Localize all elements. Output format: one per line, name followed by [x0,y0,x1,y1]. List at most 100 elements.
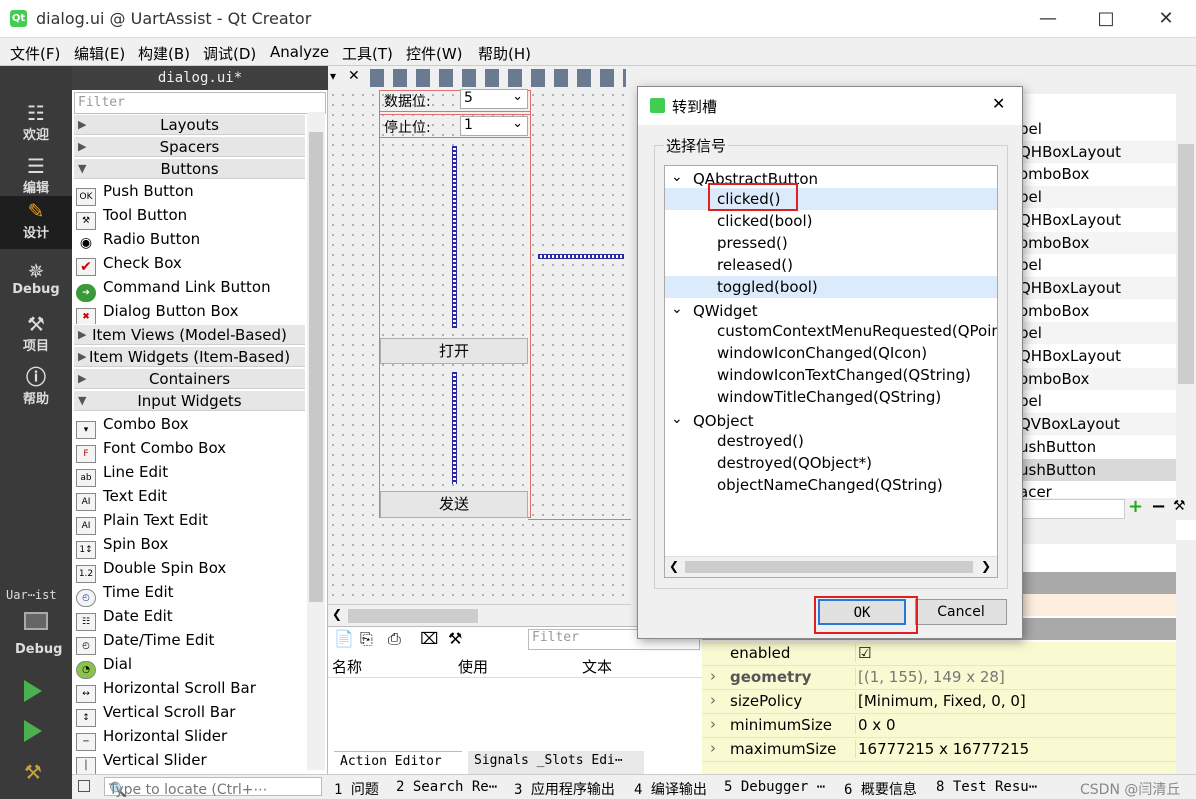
property-scrollbar[interactable] [1176,540,1196,774]
inspector-row[interactable]: omboBox [1003,367,1176,390]
widget-text-edit[interactable]: AI Text Edit [76,484,306,511]
dropdown-icon[interactable]: ▾ [330,69,336,83]
settings-wrench-icon[interactable]: ⚒ [448,629,462,648]
widget-dialog-button-box[interactable]: ✖ Dialog Button Box [76,299,306,326]
pane-issues[interactable]: 1 问题 [334,779,379,799]
category-item-widgets[interactable]: ▶ Item Widgets (Item-Based) [74,346,305,367]
category-input-widgets[interactable]: ▼ Input Widgets [74,390,305,411]
col-name[interactable]: 名称 [332,656,362,677]
monitor-icon[interactable] [24,612,48,630]
widget-plain-text-edit[interactable]: AI Plain Text Edit [76,508,306,535]
debug-run-icon[interactable] [24,720,42,742]
widget-vertical-slider[interactable]: │ Vertical Slider [76,748,306,775]
delete-icon[interactable]: ⌧ [420,629,438,648]
layout-tools-icon[interactable] [370,69,626,87]
tree-group[interactable]: ⌄ QObject [665,408,997,430]
col-used[interactable]: 使用 [458,656,488,677]
widget-date-edit[interactable]: ☷ Date Edit [76,604,306,631]
mode-design[interactable]: ✎ 设计 [0,196,72,249]
scrollbar-thumb[interactable] [309,132,323,602]
menu-help[interactable]: 帮助(H) [478,43,531,64]
form-canvas[interactable]: 数据位: 5 ⌄ 停止位: 1 ⌄ 打开 发送 [328,89,631,604]
menu-file[interactable]: 文件(F) [10,43,60,64]
widget-font-combo-box[interactable]: F Font Combo Box [76,436,306,463]
pane-search[interactable]: 2 Search Re⋯ [396,779,497,795]
widget-line-edit[interactable]: ab Line Edit [76,460,306,487]
widget-double-spin-box[interactable]: 1.2 Double Spin Box [76,556,306,583]
chevron-down-icon[interactable]: ⌄ [671,166,691,188]
hscroll-thumb[interactable] [348,609,478,623]
inspector-row[interactable]: QHBoxLayout [1003,345,1176,367]
pane-app-output[interactable]: 3 应用程序输出 [514,779,615,799]
menu-debug[interactable]: 调试(D) [203,43,256,64]
widget-command-link-button[interactable]: ➔ Command Link Button [76,275,306,302]
category-spacers[interactable]: ▶ Spacers [74,136,305,157]
widget-box-scrollbar[interactable] [307,112,325,770]
property-value[interactable]: ☑ [855,644,871,662]
scroll-left-icon[interactable]: ❮ [332,607,342,621]
menu-controls[interactable]: 控件(W) [406,43,463,64]
remove-icon[interactable]: − [1151,496,1166,517]
property-value[interactable]: 16777215 x 16777215 [855,740,1029,758]
tree-signal[interactable]: destroyed(QObject*) [665,452,997,474]
inspector-row[interactable]: bel [1003,390,1176,412]
inspector-row[interactable]: bel [1003,322,1176,345]
chevron-down-icon[interactable]: ⌄ [671,298,691,320]
close-icon[interactable]: ✕ [1138,0,1194,38]
menu-edit[interactable]: 编辑(E) [74,43,125,64]
category-item-views[interactable]: ▶ Item Views (Model-Based) [74,324,305,345]
cancel-button[interactable]: Cancel [915,599,1007,625]
menu-tools[interactable]: 工具(T) [342,43,393,64]
minimize-icon[interactable]: — [1020,0,1076,38]
category-containers[interactable]: ▶ Containers [74,368,305,389]
locate-input[interactable]: 🔍 Type to locate (Ctrl+⋯ [104,777,322,798]
property-row[interactable]: enabled ☑ [702,642,1176,666]
expand-icon[interactable]: › [710,667,716,685]
inspector-scrollbar[interactable] [1176,94,1196,498]
scroll-left-icon[interactable]: ❮ [669,559,679,573]
stopbits-combo[interactable]: 1 ⌄ [460,116,528,136]
inspector-row[interactable]: omboBox [1003,231,1176,254]
expand-icon[interactable]: › [710,691,716,709]
widget-vertical-scroll-bar[interactable]: ↕ Vertical Scroll Bar [76,700,306,727]
dialog-close-icon[interactable]: ✕ [992,94,1005,113]
pane-test-results[interactable]: 8 Test Resu⋯ [936,779,1037,795]
property-value[interactable]: [(1, 155), 149 x 28] [855,668,1005,686]
property-value[interactable]: 0 x 0 [855,716,896,734]
widget-dial[interactable]: ◔ Dial [76,652,306,679]
vertical-spacer[interactable] [452,146,457,328]
mode-help[interactable]: ⓘ 帮助 [0,362,72,415]
paste-icon[interactable]: ⎙ [388,629,401,649]
pane-general-messages[interactable]: 6 概要信息 [844,779,917,799]
inspector-row[interactable]: omboBox [1003,163,1176,185]
tree-signal[interactable]: destroyed() [665,430,997,452]
inspector-row[interactable]: bel [1003,254,1176,276]
send-button[interactable]: 发送 [380,491,528,518]
tree-signal[interactable]: windowIconTextChanged(QString) [665,364,997,386]
property-row[interactable]: › minimumSize 0 x 0 [702,714,1176,738]
inspector-row[interactable]: bel [1003,186,1176,209]
chevron-down-icon[interactable]: ⌄ [671,408,691,430]
inspector-row[interactable]: QHBoxLayout [1003,209,1176,231]
tree-signal[interactable]: windowTitleChanged(QString) [665,386,997,408]
inspector-row[interactable]: QHBoxLayout [1003,140,1176,163]
widget-horizontal-scroll-bar[interactable]: ↔ Horizontal Scroll Bar [76,676,306,703]
inspector-scroll-thumb[interactable] [1178,144,1194,384]
tree-signal[interactable]: toggled(bool) [665,276,997,298]
mode-projects[interactable]: ⚒ 项目 [0,309,72,362]
canvas-hscrollbar[interactable]: ❮ [328,604,631,626]
tree-hscrollbar[interactable]: ❮ ❯ [665,556,997,577]
widget-horizontal-slider[interactable]: ─ Horizontal Slider [76,724,306,751]
menu-analyze[interactable]: Analyze [270,43,329,61]
widget-filter-input[interactable]: Filter [74,92,326,114]
open-button[interactable]: 打开 [380,338,528,364]
widget-tool-button[interactable]: ⚒ Tool Button [76,203,306,230]
tree-signal[interactable]: customContextMenuRequested(QPoin [665,320,997,342]
tree-signal[interactable]: windowIconChanged(QIcon) [665,342,997,364]
tree-signal[interactable]: released() [665,254,997,276]
widget-spin-box[interactable]: 1↕ Spin Box [76,532,306,559]
inspector-row[interactable]: QVBoxLayout [1003,413,1176,436]
document-tab[interactable]: dialog.ui* [72,66,328,90]
category-layouts[interactable]: ▶ Layouts [74,114,305,135]
tree-signal[interactable]: objectNameChanged(QString) [665,474,997,496]
